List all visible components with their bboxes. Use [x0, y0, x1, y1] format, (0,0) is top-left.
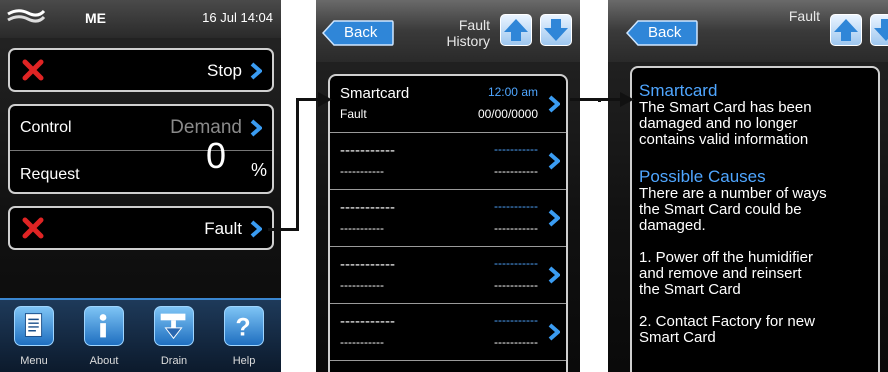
question-icon: ?	[236, 315, 251, 342]
drain-label: Drain	[160, 355, 188, 367]
chevron-right-icon	[548, 266, 560, 284]
fault-name: Smartcard	[340, 85, 410, 102]
about-button[interactable]	[84, 306, 124, 346]
fault-date: -----------	[494, 335, 538, 349]
chevron-right-icon	[250, 62, 262, 80]
fault-type: -----------	[340, 335, 384, 349]
fault-row[interactable]: ----------- ----------- ----------- ----…	[330, 304, 566, 361]
menu-label: Menu	[20, 355, 48, 367]
help-label: Help	[232, 355, 256, 367]
header-bar: Back Fault	[608, 0, 888, 62]
detail-description: The Smart Card has been damaged and no l…	[639, 99, 812, 148]
arrow-up-icon	[834, 19, 858, 41]
fault-date: -----------	[494, 164, 538, 178]
connector-line	[296, 98, 299, 231]
control-row[interactable]: Control Demand	[10, 106, 272, 150]
scroll-down-button[interactable]	[870, 14, 888, 46]
causes-heading: Possible Causes	[639, 167, 766, 186]
page-title: Fault History	[446, 17, 490, 49]
fault-row[interactable]: Smartcard Fault 12:00 am 00/00/0000	[330, 76, 566, 133]
fault-time: 12:00 am	[487, 85, 538, 99]
fault-history-screen: Back Fault History Smartcard Fault 12:00…	[316, 0, 580, 372]
chevron-right-icon	[250, 220, 262, 238]
request-label: Request	[20, 166, 80, 183]
stop-x-icon	[22, 59, 44, 81]
request-value: 0	[205, 135, 226, 176]
chevron-right-icon	[548, 323, 560, 341]
title-line-2: History	[446, 33, 490, 49]
cause-2: 2. Contact Factory for new Smart Card	[639, 313, 815, 346]
fault-row[interactable]: ----------- ----------- ----------- ----…	[330, 133, 566, 190]
fault-detail-screen: Back Fault Smartcard The Smart Card has …	[608, 0, 888, 372]
drain-icon	[160, 313, 186, 340]
scroll-up-button[interactable]	[500, 14, 532, 46]
fault-name: -----------	[340, 313, 395, 330]
document-icon	[24, 313, 43, 337]
info-icon	[99, 314, 107, 338]
back-label: Back	[344, 24, 378, 41]
fault-name: -----------	[340, 199, 395, 216]
chevron-right-icon	[250, 119, 262, 137]
arrow-up-icon	[504, 19, 528, 41]
fault-type: -----------	[340, 221, 384, 235]
status-bar: ME 16 Jul 14:04	[0, 0, 281, 38]
fault-detail-panel: Smartcard The Smart Card has been damage…	[630, 66, 880, 372]
cause-1: 1. Power off the humidifier and remove a…	[639, 249, 813, 298]
fault-row[interactable]: ----------- ----------- ----------- ----…	[330, 190, 566, 247]
status-label: Stop	[207, 61, 242, 80]
main-screen: ME 16 Jul 14:04 Stop Control Demand Requ…	[0, 0, 281, 372]
fault-date: 00/00/0000	[477, 107, 538, 121]
arrow-down-icon	[874, 19, 888, 41]
fault-label: Fault	[204, 219, 242, 238]
divider	[10, 150, 272, 151]
control-label: Control	[20, 119, 72, 136]
detail-heading: Smartcard	[639, 81, 718, 100]
drain-button[interactable]	[154, 306, 194, 346]
datetime: 16 Jul 14:04	[202, 10, 273, 25]
chevron-right-icon	[548, 209, 560, 227]
fault-x-icon	[22, 217, 44, 239]
device-name: ME	[85, 10, 106, 26]
fault-name: -----------	[340, 142, 395, 159]
menu-button[interactable]	[14, 306, 54, 346]
fault-list: Smartcard Fault 12:00 am 00/00/0000 ----…	[328, 74, 568, 372]
control-panel: Control Demand Request	[8, 104, 274, 194]
fault-type: -----------	[340, 278, 384, 292]
back-label: Back	[648, 24, 682, 41]
fault-type: -----------	[340, 164, 384, 178]
fault-time: -----------	[494, 142, 538, 156]
fault-time: -----------	[494, 313, 538, 327]
page-title: Fault	[788, 8, 820, 24]
connector-line	[268, 228, 298, 231]
fault-button[interactable]: Fault	[8, 206, 274, 250]
logo-icon	[7, 9, 46, 23]
fault-name: -----------	[340, 256, 395, 273]
header-bar: Back Fault History	[316, 0, 580, 62]
svg-text:?: ?	[236, 315, 251, 342]
fault-time: -----------	[494, 256, 538, 270]
connector-arrow-icon	[620, 92, 634, 107]
chevron-right-icon	[548, 152, 560, 170]
connector-arrow-icon	[318, 92, 332, 107]
scroll-down-button[interactable]	[540, 14, 572, 46]
fault-date: -----------	[494, 278, 538, 292]
help-button[interactable]: ?	[224, 306, 264, 346]
connector-line	[570, 98, 600, 101]
fault-time: -----------	[494, 199, 538, 213]
arrow-down-icon	[544, 19, 568, 41]
request-unit: %	[250, 160, 267, 180]
fault-type: Fault	[340, 107, 367, 121]
chevron-right-icon	[548, 95, 560, 113]
status-button[interactable]: Stop	[8, 48, 274, 92]
fault-row[interactable]: ----------- ----------- ----------- ----…	[330, 247, 566, 304]
title-line-1: Fault	[458, 17, 490, 33]
scroll-up-button[interactable]	[830, 14, 862, 46]
fault-date: -----------	[494, 221, 538, 235]
causes-intro: There are a number of ways the Smart Car…	[639, 185, 827, 234]
about-label: About	[89, 355, 119, 367]
